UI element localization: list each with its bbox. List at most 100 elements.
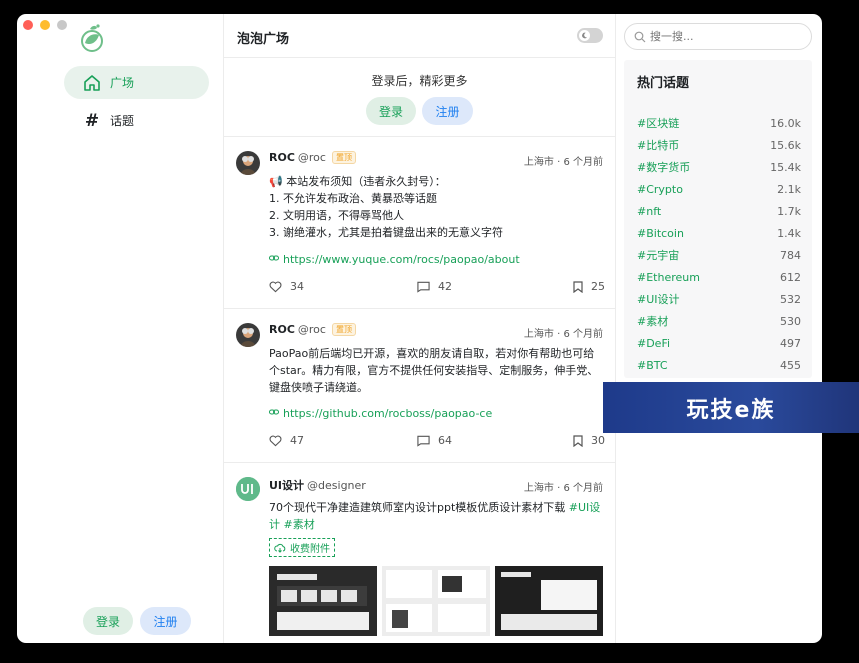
home-icon bbox=[83, 74, 101, 92]
search-icon bbox=[634, 31, 646, 42]
post-line: 3. 谢绝灌水，尤其是拍着键盘出来的无意义字符 bbox=[269, 226, 503, 239]
nav-item-label: 广场 bbox=[110, 76, 135, 90]
post-content: 📢 本站发布须知（违者永久封号）： 1. 不允许发布政治、黄暴恐等话题 2. 文… bbox=[269, 173, 605, 241]
left-sidebar: 广场 # 话题 登录 注册 bbox=[17, 14, 224, 643]
topic-item[interactable]: #DeFi 497 bbox=[637, 334, 801, 352]
paid-attachment[interactable]: 收费附件 bbox=[269, 538, 335, 557]
bookmark-icon bbox=[573, 434, 583, 447]
like-count: 34 bbox=[290, 280, 304, 293]
heart-icon bbox=[269, 435, 282, 446]
topic-item[interactable]: #Ethereum 612 bbox=[637, 268, 801, 286]
post-card[interactable]: ROC @roc 置顶 上海市 · 6 个月前 PaoPao前后端均已开源，喜欢… bbox=[224, 309, 615, 463]
post-line: 键盘侠喷子请绕道。 bbox=[269, 381, 368, 394]
topic-count: 15.4k bbox=[770, 160, 801, 174]
post-link[interactable]: https://www.yuque.com/rocs/paopao/about bbox=[269, 253, 520, 266]
login-button[interactable]: 登录 bbox=[366, 97, 416, 125]
topic-name[interactable]: #DeFi bbox=[637, 337, 670, 350]
post-image[interactable] bbox=[269, 566, 377, 636]
post-nickname[interactable]: ROC bbox=[269, 151, 295, 164]
topic-name[interactable]: #Crypto bbox=[637, 183, 683, 196]
topic-name[interactable]: #BTC bbox=[637, 359, 668, 372]
nav-item-topics[interactable]: # 话题 bbox=[64, 104, 209, 137]
register-button[interactable]: 注册 bbox=[422, 97, 473, 125]
topic-name[interactable]: #素材 bbox=[637, 313, 668, 329]
topic-name[interactable]: #Ethereum bbox=[637, 271, 700, 284]
post-nickname[interactable]: UI设计 bbox=[269, 477, 304, 493]
post-line: 📢 本站发布须知（违者永久封号）： bbox=[269, 175, 446, 188]
right-sidebar: 热门话题 #区块链 16.0k #比特币 15.6k #数字货币 15.4k #Cry… bbox=[617, 14, 822, 643]
sidebar-register-button[interactable]: 注册 bbox=[140, 607, 191, 635]
like-count: 47 bbox=[290, 434, 304, 447]
topic-item[interactable]: #BTC 455 bbox=[637, 356, 801, 374]
topic-name[interactable]: #数字货币 bbox=[637, 159, 690, 175]
topic-name[interactable]: #Bitcoin bbox=[637, 227, 684, 240]
comment-count: 42 bbox=[438, 280, 452, 293]
post-content: PaoPao前后端均已开源，喜欢的朋友请自取，若对你有帮助也可给 个star。精… bbox=[269, 345, 605, 396]
post-line: PaoPao前后端均已开源，喜欢的朋友请自取，若对你有帮助也可给 bbox=[269, 347, 595, 360]
post-image[interactable] bbox=[495, 566, 603, 636]
link-icon bbox=[269, 253, 279, 266]
topic-item[interactable]: #Crypto 2.1k bbox=[637, 180, 801, 198]
theme-toggle[interactable] bbox=[577, 28, 603, 43]
topic-count: 2.1k bbox=[777, 182, 801, 196]
post-image[interactable] bbox=[382, 566, 490, 636]
topic-item[interactable]: #UI设计 532 bbox=[637, 290, 801, 308]
topic-name[interactable]: #元宇宙 bbox=[637, 247, 679, 263]
topic-count: 16.0k bbox=[770, 116, 801, 130]
topic-count: 497 bbox=[780, 336, 801, 350]
topic-item[interactable]: #素材 530 bbox=[637, 312, 801, 330]
topic-item[interactable]: #比特币 15.6k bbox=[637, 136, 801, 154]
topic-item[interactable]: #Bitcoin 1.4k bbox=[637, 224, 801, 242]
like-button[interactable]: 34 bbox=[269, 280, 304, 293]
heart-icon bbox=[269, 281, 282, 292]
like-button[interactable]: 47 bbox=[269, 434, 304, 447]
post-nickname[interactable]: ROC bbox=[269, 323, 295, 336]
moon-icon bbox=[579, 30, 590, 41]
topic-item[interactable]: #元宇宙 784 bbox=[637, 246, 801, 264]
post-card[interactable]: ROC @roc 置顶 上海市 · 6 个月前 📢 本站发布须知（违者永久封号）… bbox=[224, 137, 615, 309]
bookmark-button[interactable]: 25 bbox=[573, 280, 605, 293]
topic-name[interactable]: #区块链 bbox=[637, 115, 679, 131]
comment-icon bbox=[417, 435, 430, 447]
post-author: ROC @roc 置顶 bbox=[269, 323, 356, 336]
logo-icon[interactable] bbox=[78, 23, 106, 53]
nav-item-square[interactable]: 广场 bbox=[64, 66, 209, 99]
comment-button[interactable]: 64 bbox=[417, 434, 452, 447]
topic-name[interactable]: #UI设计 bbox=[637, 291, 680, 307]
avatar[interactable] bbox=[236, 323, 260, 347]
post-line: 个star。精力有限，官方不提供任何安装指导、定制服务，伸手党、 bbox=[269, 364, 599, 377]
post-line: 2. 文明用语，不得辱骂他人 bbox=[269, 209, 404, 222]
topic-item[interactable]: #数字货币 15.4k bbox=[637, 158, 801, 176]
pinned-badge: 置顶 bbox=[331, 323, 356, 336]
bookmark-button[interactable]: 30 bbox=[573, 434, 605, 447]
hashtag-link[interactable]: #UI设 bbox=[569, 501, 601, 514]
post-text: 70个现代干净建造建筑师室内设计ppt模板优质设计素材下载 bbox=[269, 501, 569, 514]
post-username: @designer bbox=[307, 478, 366, 492]
topic-item[interactable]: #nft 1.7k bbox=[637, 202, 801, 220]
topic-count: 455 bbox=[780, 358, 801, 372]
topic-count: 1.7k bbox=[777, 204, 801, 218]
post-content: 70个现代干净建造建筑师室内设计ppt模板优质设计素材下载 #UI设计 #素材 bbox=[269, 499, 605, 533]
topic-name[interactable]: #比特币 bbox=[637, 137, 679, 153]
bookmark-icon bbox=[573, 280, 583, 293]
login-hint: 登录后，精彩更多 bbox=[371, 74, 468, 88]
topic-name[interactable]: #nft bbox=[637, 205, 661, 218]
topic-item[interactable]: #区块链 16.0k bbox=[637, 114, 801, 132]
search-input[interactable] bbox=[650, 30, 790, 43]
avatar[interactable] bbox=[236, 151, 260, 175]
post-link-url[interactable]: https://www.yuque.com/rocs/paopao/about bbox=[283, 253, 520, 266]
comment-icon bbox=[417, 281, 430, 293]
page-title: 泡泡广场 bbox=[237, 32, 290, 47]
post-link[interactable]: https://github.com/rocboss/paopao-ce bbox=[269, 407, 492, 420]
sidebar-login-button[interactable]: 登录 bbox=[83, 607, 133, 635]
hashtag-link-continued[interactable]: 计 bbox=[269, 518, 280, 531]
hashtag-link[interactable]: #素材 bbox=[280, 518, 314, 531]
search-box[interactable] bbox=[624, 23, 812, 50]
sidebar-auth-buttons: 登录 注册 bbox=[83, 607, 191, 635]
comment-button[interactable]: 42 bbox=[417, 280, 452, 293]
avatar[interactable] bbox=[236, 477, 260, 501]
cloud-download-icon bbox=[274, 543, 286, 553]
post-author: ROC @roc 置顶 bbox=[269, 151, 356, 164]
post-time: 上海市 · 6 个月前 bbox=[523, 483, 603, 494]
post-link-url[interactable]: https://github.com/rocboss/paopao-ce bbox=[283, 407, 492, 420]
